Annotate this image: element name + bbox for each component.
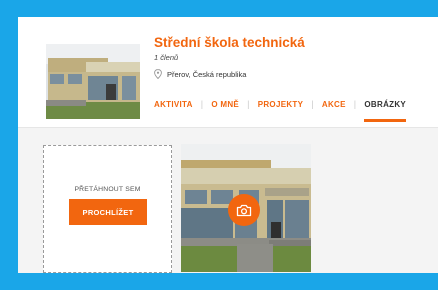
tab-separator: | [353, 99, 357, 109]
tab-separator: | [200, 99, 204, 109]
location-text: Přerov, Česká republika [167, 69, 247, 79]
tab-aktivita[interactable]: AKTIVITA [154, 100, 193, 109]
gallery-photo[interactable] [181, 144, 311, 272]
profile-tabs: AKTIVITA | O MNĚ | PROJEKTY | AKCE | OBR… [154, 99, 406, 122]
profile-location: Přerov, Česká republika [154, 69, 246, 79]
member-count: 1 členů [154, 53, 179, 62]
camera-button[interactable] [228, 194, 260, 226]
profile-cover-image[interactable] [46, 44, 140, 119]
drop-label: PŘETÁHNOUT SEM [74, 186, 141, 193]
images-gallery: PŘETÁHNOUT SEM PROCHLÍŽET [18, 127, 438, 273]
tab-separator: | [311, 99, 314, 109]
upload-dropzone[interactable]: PŘETÁHNOUT SEM PROCHLÍŽET [43, 145, 172, 273]
school-building-thumbnail [46, 44, 140, 119]
profile-window: Střední škola technická 1 členů Přerov, … [18, 17, 438, 273]
browse-button[interactable]: PROCHLÍŽET [69, 199, 147, 225]
tab-obrazky[interactable]: OBRÁZKY [364, 100, 406, 122]
tab-akce[interactable]: AKCE [322, 100, 346, 109]
profile-header: Střední škola technická 1 členů Přerov, … [18, 17, 438, 127]
camera-icon [236, 204, 252, 216]
profile-name: Střední škola technická [154, 35, 305, 50]
tab-projekty[interactable]: PROJEKTY [258, 100, 304, 109]
location-pin-icon [154, 69, 162, 79]
tab-separator: | [247, 99, 250, 109]
tab-o-mne[interactable]: O MNĚ [211, 100, 239, 109]
